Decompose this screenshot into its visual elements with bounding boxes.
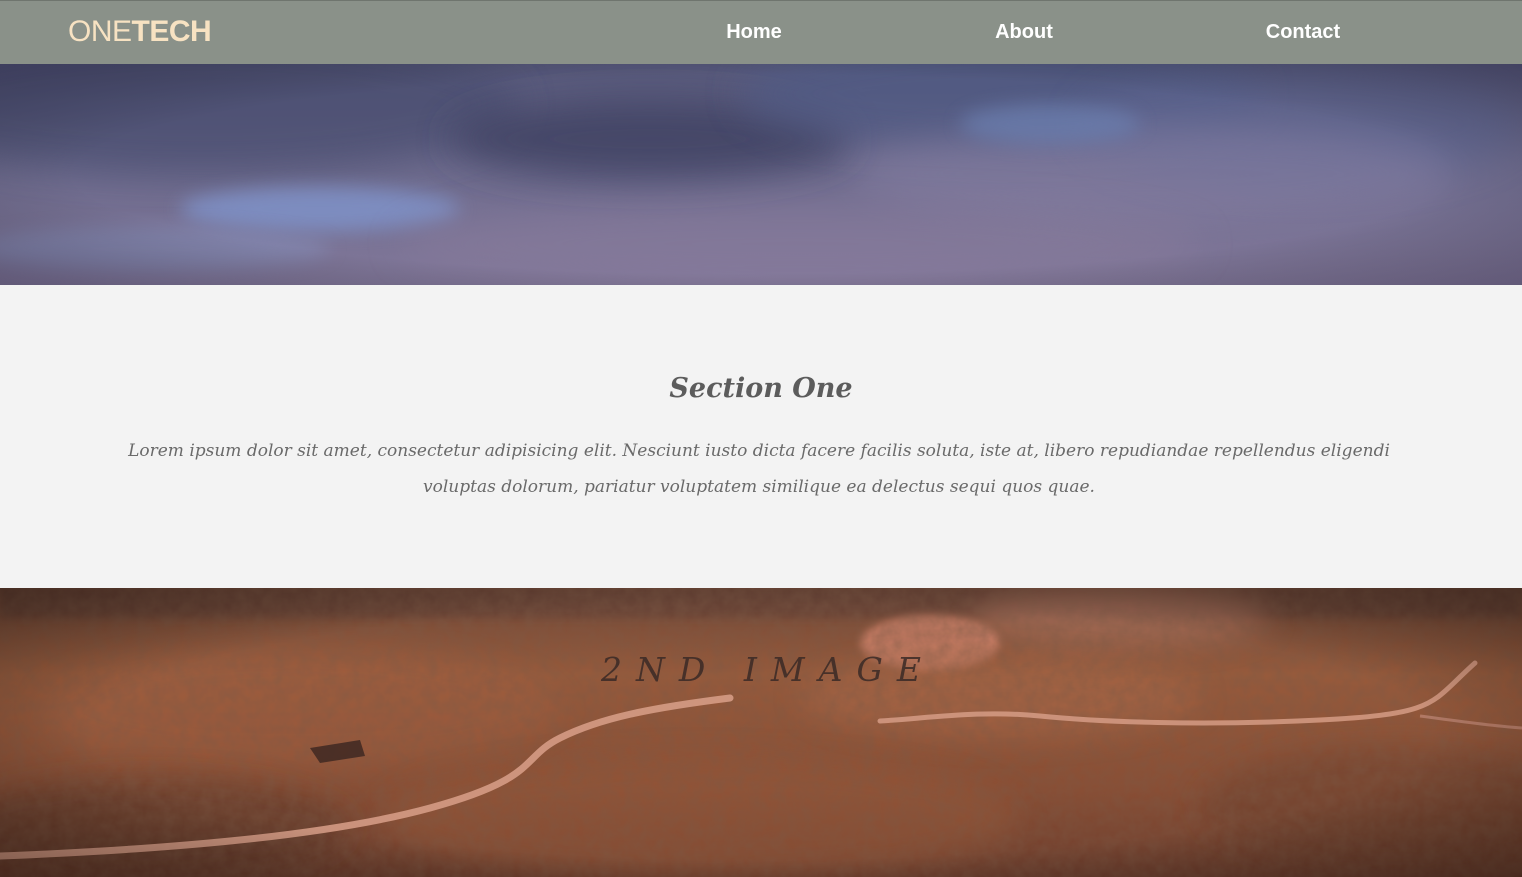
hero-sky-image (0, 64, 1522, 285)
logo-text-one: ONE (68, 15, 132, 48)
section-title: Section One (669, 373, 853, 404)
sky-clouds-graphic (0, 64, 1522, 285)
desert-image-section: 2ND IMAGE (0, 588, 1522, 877)
second-image-label: 2ND IMAGE (601, 650, 935, 689)
logo-text-tech: TECH (131, 15, 212, 48)
desert-landscape-graphic (0, 588, 1522, 877)
site-logo[interactable]: ONETECH (68, 14, 212, 50)
navbar: ONETECH Home About Contact (0, 0, 1522, 64)
nav-link-home[interactable]: Home (726, 20, 782, 44)
section-body-text: Lorem ipsum dolor sit amet, consectetur … (128, 441, 1390, 497)
nav-link-contact[interactable]: Contact (1266, 20, 1340, 44)
nav-link-about[interactable]: About (995, 20, 1053, 44)
section-one: Section One Lorem ipsum dolor sit amet, … (0, 285, 1522, 588)
